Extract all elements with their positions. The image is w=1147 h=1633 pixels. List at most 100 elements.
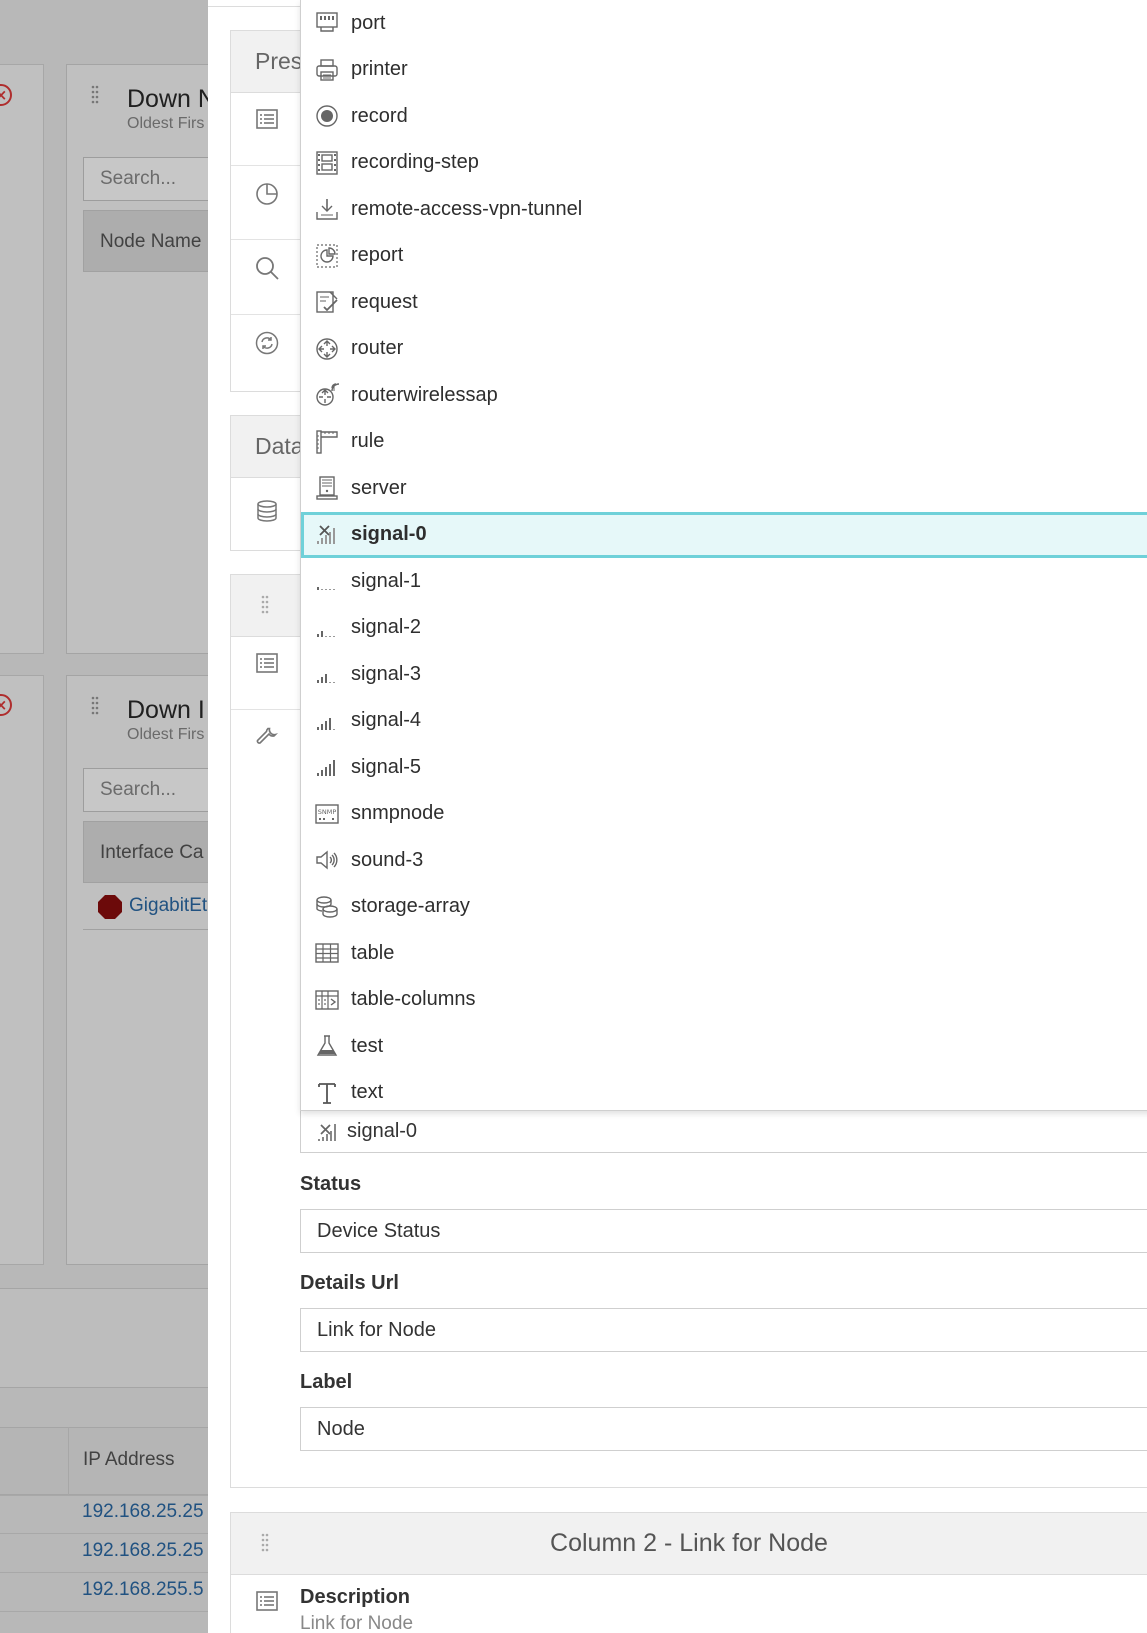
dropdown-option-signal-5[interactable]: signal-5 — [301, 744, 1147, 791]
dropdown-option-printer[interactable]: printer — [301, 47, 1147, 94]
printer-icon — [316, 59, 338, 81]
dropdown-option-label: signal-0 — [351, 523, 427, 546]
description-value: Link for Node — [300, 1613, 414, 1633]
dropdown-option-label: table-columns — [351, 988, 476, 1011]
list-icon — [256, 653, 278, 673]
port-icon — [316, 12, 338, 32]
search-icon — [256, 257, 279, 280]
dropdown-option-label: server — [351, 476, 407, 499]
status-field[interactable]: Device Status — [300, 1209, 1147, 1253]
dropdown-option-label: test — [351, 1034, 384, 1057]
signal-0-icon — [318, 1123, 336, 1141]
test-icon — [316, 1035, 338, 1056]
table-columns-icon — [315, 990, 339, 1010]
sound-3-icon — [316, 850, 338, 870]
dropdown-option-label: record — [351, 104, 408, 127]
dropdown-option-label: request — [351, 290, 418, 313]
remote-access-vpn-tunnel-icon — [316, 199, 338, 220]
dropdown-option-rule[interactable]: rule — [301, 419, 1147, 466]
dropdown-option-label: signal-1 — [351, 569, 422, 592]
description-label: Description — [300, 1586, 411, 1608]
record-icon — [316, 105, 338, 127]
dropdown-option-port[interactable]: port — [301, 0, 1147, 47]
dropdown-option-text[interactable]: text — [301, 1070, 1147, 1111]
dropdown-option-label: signal-2 — [351, 616, 422, 639]
rule-icon — [316, 430, 338, 454]
section-title: Pres — [255, 48, 303, 74]
dropdown-option-request[interactable]: request — [301, 279, 1147, 326]
dropdown-option-recording-step[interactable]: recording-step — [301, 140, 1147, 187]
drag-handle-icon[interactable] — [261, 595, 269, 615]
signal-0-icon — [317, 525, 335, 544]
icon-select[interactable]: signal-0 — [300, 1109, 1147, 1153]
dropdown-option-record[interactable]: record — [301, 93, 1147, 140]
router-icon — [316, 338, 338, 360]
dropdown-option-report[interactable]: report — [301, 233, 1147, 280]
dropdown-option-signal-1[interactable]: signal-1 — [301, 558, 1147, 605]
dropdown-option-remote-access-vpn-tunnel[interactable]: remote-access-vpn-tunnel — [301, 186, 1147, 233]
signal-1-icon — [317, 587, 335, 591]
column-2-title: Column 2 - Link for Node — [550, 1529, 828, 1557]
section-header: Column 2 - Link for Node — [231, 1513, 1147, 1575]
signal-4-icon — [317, 717, 335, 730]
dropdown-option-label: signal-4 — [351, 709, 422, 732]
list-icon — [256, 109, 278, 129]
column-2-section: Column 2 - Link for Node Description Lin… — [230, 1512, 1147, 1633]
dropdown-option-signal-2[interactable]: signal-2 — [301, 605, 1147, 652]
dropdown-option-signal-3[interactable]: signal-3 — [301, 651, 1147, 698]
dropdown-option-table-columns[interactable]: table-columns — [301, 977, 1147, 1024]
section-title: Data — [255, 433, 304, 459]
dropdown-option-sound-3[interactable]: sound-3 — [301, 837, 1147, 884]
signal-5-icon — [317, 760, 335, 777]
dropdown-option-label: table — [351, 941, 395, 964]
signal-2-icon — [317, 630, 335, 637]
dropdown-option-label: port — [351, 11, 386, 34]
database-icon — [257, 500, 277, 522]
dropdown-option-table[interactable]: table — [301, 930, 1147, 977]
dropdown-option-router[interactable]: router — [301, 326, 1147, 373]
recording-step-icon — [316, 151, 338, 175]
refresh-icon — [255, 331, 279, 355]
list-icon — [256, 1591, 278, 1611]
routerwirelessap-icon — [316, 383, 340, 406]
signal-3-icon — [317, 674, 335, 684]
text-icon — [318, 1082, 336, 1104]
dropdown-option-label: sound-3 — [351, 848, 424, 871]
icon-dropdown-list[interactable]: port printer record recording-step remote-ac… — [300, 0, 1147, 1111]
dropdown-option-signal-0[interactable]: signal-0 — [301, 511, 1147, 558]
svg-text:SNMP: SNMP — [318, 808, 337, 816]
dropdown-option-label: recording-step — [351, 151, 479, 174]
request-icon — [316, 291, 338, 313]
snmpnode-icon: SNMP — [315, 804, 339, 824]
dropdown-option-storage-array[interactable]: storage-array — [301, 884, 1147, 931]
dropdown-option-label: remote-access-vpn-tunnel — [351, 197, 583, 220]
icon-select-value: signal-0 — [347, 1120, 418, 1142]
pie-chart-icon — [256, 183, 278, 205]
status-label: Status — [300, 1173, 362, 1195]
dropdown-option-test[interactable]: test — [301, 1023, 1147, 1070]
dropdown-option-label: text — [351, 1081, 384, 1104]
label-label: Label — [300, 1371, 353, 1393]
dropdown-option-label: rule — [351, 430, 385, 453]
dropdown-option-label: routerwirelessap — [351, 383, 498, 406]
table-icon — [315, 943, 339, 963]
label-field[interactable]: Node — [300, 1407, 1147, 1451]
dropdown-option-label: router — [351, 337, 404, 360]
dropdown-option-server[interactable]: server — [301, 465, 1147, 512]
modal-overlay[interactable] — [0, 0, 208, 1633]
dropdown-option-label: report — [351, 244, 404, 267]
wrench-icon — [256, 727, 279, 744]
dropdown-option-label: printer — [351, 58, 408, 81]
report-icon — [316, 244, 338, 268]
dropdown-option-signal-4[interactable]: signal-4 — [301, 698, 1147, 745]
dropdown-option-label: storage-array — [351, 895, 470, 918]
dropdown-option-label: signal-3 — [351, 662, 422, 685]
dropdown-option-label: snmpnode — [351, 802, 445, 825]
details-url-field[interactable]: Link for Node — [300, 1308, 1147, 1352]
dropdown-option-routerwirelessap[interactable]: routerwirelessap — [301, 372, 1147, 419]
server-icon — [316, 476, 338, 500]
dropdown-option-snmpnode[interactable]: SNMP snmpnode — [301, 791, 1147, 838]
dropdown-option-label: signal-5 — [351, 755, 422, 778]
storage-array-icon — [316, 896, 338, 918]
details-url-label: Details Url — [300, 1272, 399, 1294]
